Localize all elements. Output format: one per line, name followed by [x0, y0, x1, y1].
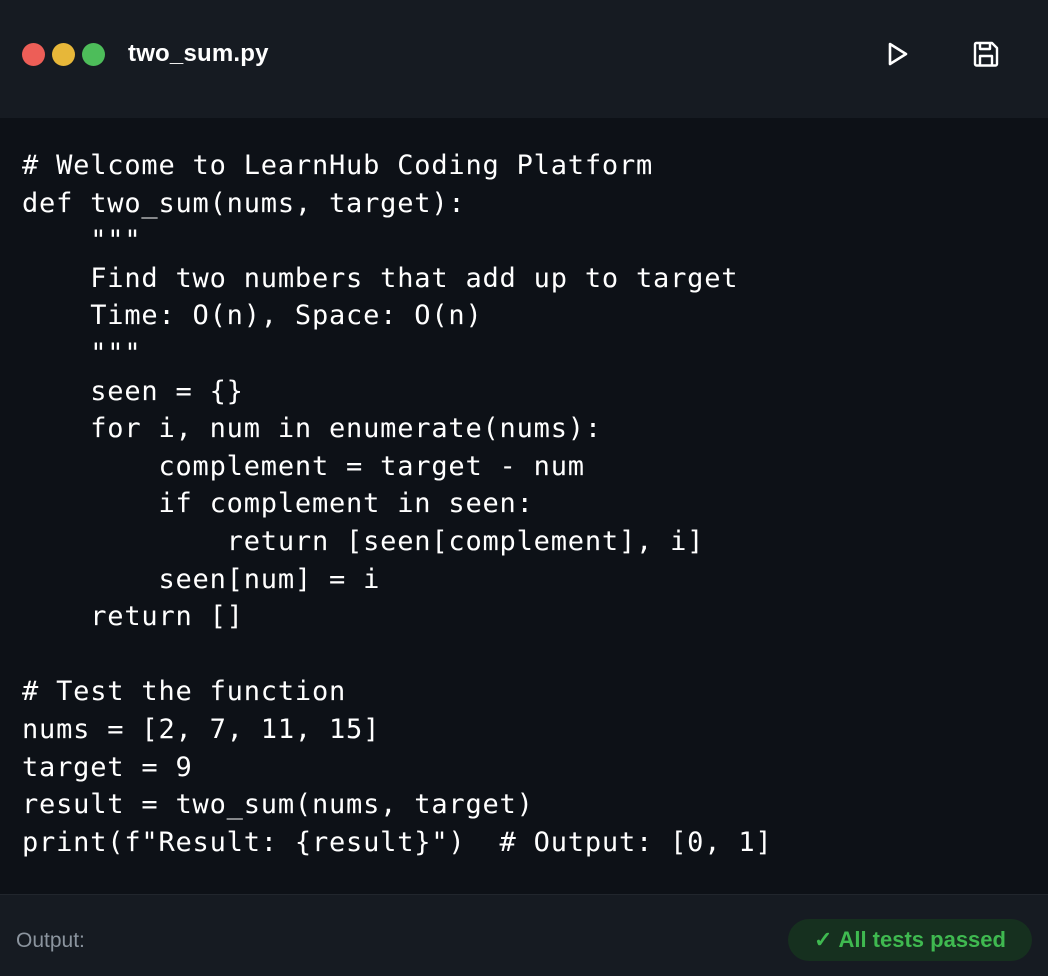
- code-line[interactable]: seen[num] = i: [0, 561, 1048, 599]
- code-editor[interactable]: # Welcome to LearnHub Coding Platform de…: [0, 118, 1048, 894]
- code-line[interactable]: complement = target - num: [0, 448, 1048, 486]
- code-line[interactable]: # Welcome to LearnHub Coding Platform: [0, 147, 1048, 185]
- status-text: All tests passed: [838, 927, 1006, 952]
- maximize-button[interactable]: [82, 42, 105, 66]
- close-button[interactable]: [22, 42, 45, 66]
- save-icon: [973, 41, 999, 67]
- code-line[interactable]: return [seen[complement], i]: [0, 523, 1048, 561]
- file-name: two_sum.py: [128, 40, 269, 67]
- play-icon: [888, 42, 908, 66]
- output-panel: Output: ✓ All tests passed: [0, 894, 1048, 976]
- code-line[interactable]: nums = [2, 7, 11, 15]: [0, 711, 1048, 749]
- window-controls: [22, 42, 105, 66]
- run-button[interactable]: [880, 37, 914, 71]
- minimize-button[interactable]: [52, 42, 75, 66]
- output-label: Output:: [16, 929, 85, 952]
- code-editor-window: two_sum.py # Welcome to LearnHub Coding …: [0, 0, 1048, 976]
- code-line[interactable]: if complement in seen:: [0, 485, 1048, 523]
- code-line[interactable]: result = two_sum(nums, target): [0, 786, 1048, 824]
- code-line[interactable]: """: [0, 335, 1048, 373]
- code-line[interactable]: Time: O(n), Space: O(n): [0, 297, 1048, 335]
- code-line[interactable]: Find two numbers that add up to target: [0, 260, 1048, 298]
- save-button[interactable]: [969, 37, 1003, 71]
- code-line[interactable]: # Test the function: [0, 673, 1048, 711]
- code-line[interactable]: return []: [0, 598, 1048, 636]
- code-line[interactable]: for i, num in enumerate(nums):: [0, 410, 1048, 448]
- status-badge: ✓ All tests passed: [788, 919, 1032, 961]
- code-line[interactable]: target = 9: [0, 749, 1048, 787]
- check-icon: ✓: [814, 927, 833, 952]
- code-line[interactable]: print(f"Result: {result}") # Output: [0,…: [0, 824, 1048, 862]
- code-line[interactable]: """: [0, 222, 1048, 260]
- code-line[interactable]: seen = {}: [0, 373, 1048, 411]
- code-line[interactable]: [0, 636, 1048, 674]
- code-line[interactable]: def two_sum(nums, target):: [0, 185, 1048, 223]
